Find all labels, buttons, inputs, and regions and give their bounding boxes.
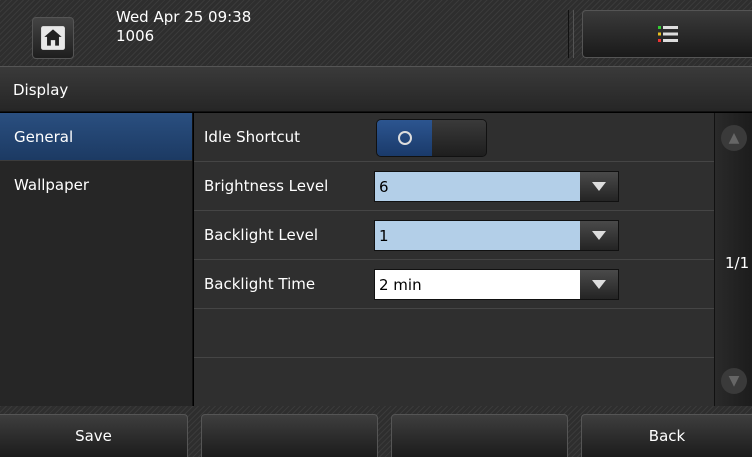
backlight-level-value: 1	[375, 221, 580, 250]
brightness-level-value: 6	[375, 172, 580, 201]
brightness-level-select[interactable]: 6	[374, 171, 619, 202]
settings-row: Idle Shortcut	[194, 113, 714, 162]
menu-button[interactable]	[582, 10, 752, 58]
empty-row	[194, 309, 714, 358]
settings-row: Backlight Time 2 min	[194, 260, 714, 309]
sidebar-item-label: Wallpaper	[14, 176, 90, 194]
backlight-level-label: Backlight Level	[204, 226, 319, 244]
back-label: Back	[648, 427, 686, 445]
idle-shortcut-label: Idle Shortcut	[204, 128, 300, 146]
extension-number: 1006	[116, 27, 155, 45]
sidebar-item-label: General	[14, 127, 74, 146]
toggle-on-segment	[377, 120, 432, 156]
home-button[interactable]	[32, 17, 74, 59]
save-button[interactable]: Save	[0, 414, 188, 457]
idle-shortcut-toggle[interactable]	[376, 119, 487, 157]
softkey-empty-3[interactable]	[391, 414, 568, 457]
sidebar-item-wallpaper[interactable]: Wallpaper	[0, 161, 192, 209]
brightness-level-label: Brightness Level	[204, 177, 329, 195]
dropdown-arrow-icon[interactable]	[580, 270, 618, 299]
backlight-time-label: Backlight Time	[204, 275, 316, 293]
settings-row: Backlight Level 1	[194, 211, 714, 260]
page-title: Display	[13, 81, 69, 99]
backlight-time-value: 2 min	[375, 270, 580, 299]
status-bar: Wed Apr 25 09:38 1006	[0, 0, 752, 66]
date-time: Wed Apr 25 09:38	[116, 8, 252, 26]
softkey-empty-2[interactable]	[201, 414, 378, 457]
divider	[568, 10, 574, 58]
list-menu-icon	[657, 26, 678, 42]
page-down-icon[interactable]: ▼	[721, 368, 747, 394]
title-bar: Display	[0, 66, 752, 112]
settings-row: Brightness Level 6	[194, 162, 714, 211]
empty-row	[194, 358, 714, 407]
datetime-display: Wed Apr 25 09:38 1006	[116, 8, 251, 46]
circle-icon	[397, 131, 412, 145]
backlight-level-select[interactable]: 1	[374, 220, 619, 251]
page-up-icon[interactable]: ▲	[721, 125, 747, 151]
dropdown-arrow-icon[interactable]	[580, 221, 618, 250]
home-icon	[41, 26, 65, 50]
page-indicator: 1/1	[725, 254, 750, 272]
toggle-off-segment	[432, 120, 486, 156]
back-button[interactable]: Back	[581, 414, 752, 457]
softkey-bar: Save Back	[0, 406, 752, 457]
page-scroller: ▲ 1/1 ▼	[714, 113, 752, 406]
dropdown-arrow-icon[interactable]	[580, 172, 618, 201]
settings-panel: Idle Shortcut Brightness Level 6 Backlig…	[194, 113, 714, 406]
sidebar-item-general[interactable]: General	[0, 113, 192, 161]
save-label: Save	[75, 427, 112, 445]
sidebar: General Wallpaper	[0, 113, 193, 406]
backlight-time-select[interactable]: 2 min	[374, 269, 619, 300]
